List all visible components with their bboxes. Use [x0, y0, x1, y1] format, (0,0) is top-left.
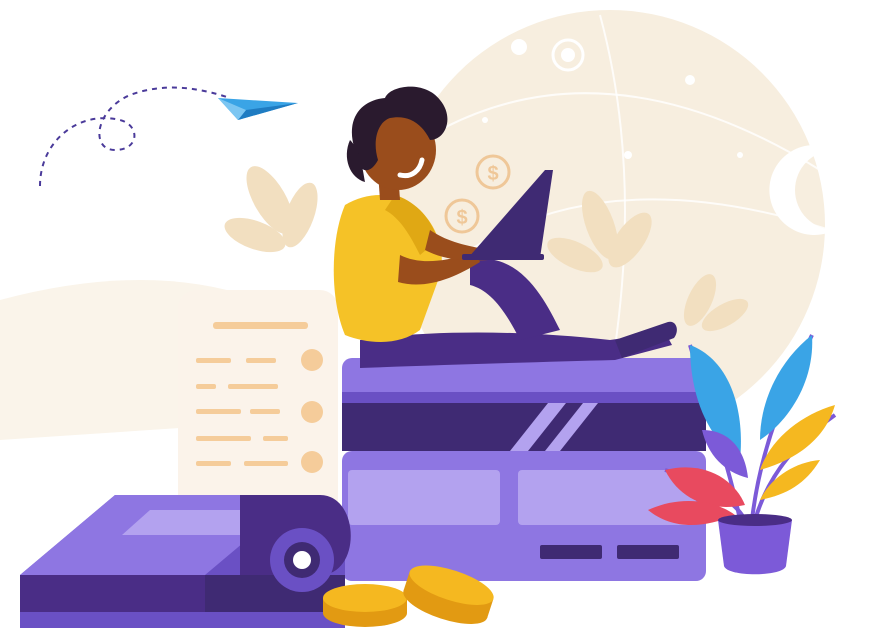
- receipt: [178, 290, 338, 520]
- payment-illustration: $ $: [0, 0, 874, 634]
- credit-card-stack: [342, 358, 706, 581]
- svg-text:$: $: [487, 163, 498, 185]
- svg-text:$: $: [456, 207, 467, 229]
